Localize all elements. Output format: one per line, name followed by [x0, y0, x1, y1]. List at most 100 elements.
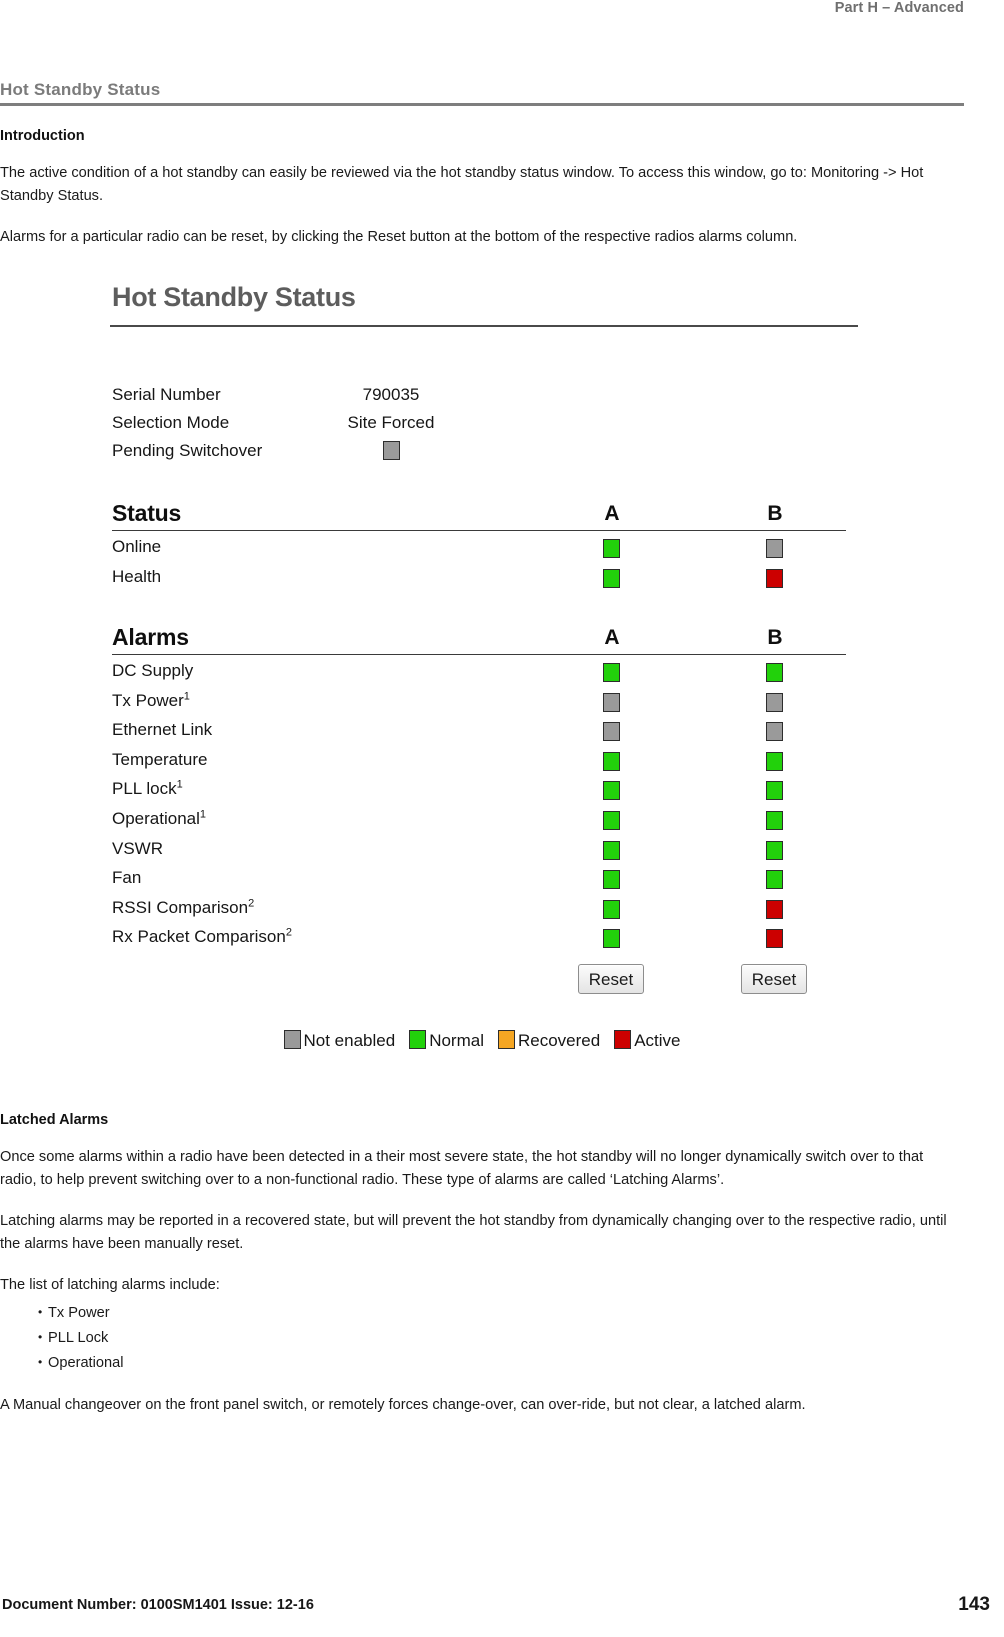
- alarm-row: PLL lock1: [112, 776, 852, 806]
- latched-alarms-heading: Latched Alarms: [0, 1112, 109, 1128]
- status-indicator-b-icon: [766, 568, 783, 588]
- status-label: Online: [112, 537, 162, 556]
- alarm-indicator-a-icon: [603, 722, 620, 742]
- alarm-label: Temperature: [112, 749, 208, 769]
- alarm-indicator-a-icon: [603, 899, 620, 919]
- latching-alarms-list: Tx PowerPLL LockOperational: [0, 1300, 962, 1376]
- alarm-footnote-marker: 1: [199, 808, 207, 821]
- alarm-indicator-b-icon: [766, 870, 783, 890]
- alarm-row: Rx Packet Comparison2: [112, 924, 852, 954]
- legend-swatch-icon: [283, 1030, 301, 1049]
- alarm-label: VSWR: [112, 838, 163, 858]
- alarm-label: RSSI Comparison2: [112, 897, 255, 917]
- status-column-b-header: B: [767, 502, 783, 525]
- pending-switchover-value: [112, 441, 670, 462]
- introduction-paragraph-1: The active condition of a hot standby ca…: [0, 165, 924, 204]
- legend-label: Normal: [429, 1031, 484, 1050]
- alarm-footnote-marker: 1: [183, 689, 190, 702]
- alarms-table-header: Alarms A B: [112, 624, 852, 654]
- alarm-label: Fan: [112, 868, 142, 888]
- legend-item: Recovered: [497, 1030, 600, 1051]
- alarm-indicator-b-icon: [766, 929, 783, 949]
- hot-standby-status-figure: Hot Standby Status Serial Number 790035 …: [104, 272, 874, 1072]
- alarm-label: Ethernet Link: [112, 720, 213, 740]
- pending-switchover-row: Pending Switchover: [112, 440, 852, 468]
- latching-alarm-item: Tx Power: [0, 1300, 962, 1326]
- alarms-column-b-header: B: [767, 626, 783, 649]
- alarm-indicator-b-icon: [766, 810, 783, 830]
- alarm-label: PLL lock1: [112, 778, 183, 799]
- alarm-row: Tx Power1: [112, 688, 852, 718]
- legend-item: Not enabled: [283, 1030, 396, 1051]
- status-indicator-a-icon: [603, 539, 620, 558]
- alarm-footnote-marker: 2: [248, 897, 255, 910]
- latching-alarm-item: PLL Lock: [0, 1325, 962, 1351]
- legend-label: Not enabled: [303, 1031, 396, 1050]
- legend-swatch-icon: [614, 1030, 632, 1049]
- alarm-row: Temperature: [112, 747, 852, 777]
- legend-swatch-icon: [409, 1030, 427, 1049]
- alarm-indicator-a-icon: [603, 692, 620, 712]
- alarm-footnote-marker: 2: [285, 926, 292, 939]
- status-table: Status A B Online Health: [112, 500, 852, 588]
- footer-document-number: Document Number: 0100SM1401 Issue: 12-16: [2, 1597, 314, 1613]
- status-row: Online: [112, 534, 852, 564]
- status-table-header: Status A B: [112, 500, 852, 530]
- chapter-heading-block: Hot Standby Status: [0, 80, 964, 106]
- alarms-table-title: Alarms: [112, 624, 189, 650]
- status-legend: Not enabled Normal Recovered Active: [112, 1030, 852, 1051]
- alarm-row: Fan: [112, 865, 852, 895]
- alarm-indicator-b-icon: [766, 751, 783, 771]
- latched-alarms-paragraph-2: Latching alarms may be reported in a rec…: [0, 1213, 947, 1252]
- alarms-table: Alarms A B DC Supply Tx Power1 Ethernet Li…: [112, 624, 852, 949]
- latched-alarms-section: Latched Alarms Once some alarms within a…: [0, 1112, 962, 1435]
- running-header: Part H – Advanced: [834, 0, 964, 16]
- footer-page-number: 143: [958, 1594, 990, 1615]
- selection-mode-value: Site Forced: [347, 413, 435, 432]
- legend-item: Active: [614, 1030, 681, 1051]
- alarm-row: DC Supply: [112, 658, 852, 688]
- alarm-indicator-b-icon: [766, 840, 783, 860]
- alarm-label: Rx Packet Comparison2: [112, 926, 292, 947]
- serial-number-value: 790035: [362, 385, 420, 404]
- device-info-block: Serial Number 790035 Selection Mode Site…: [112, 384, 852, 468]
- latching-list-intro: The list of latching alarms include:: [0, 1277, 220, 1293]
- selection-mode-row: Selection Mode Site Forced: [112, 412, 852, 440]
- alarm-label: Tx Power1: [112, 689, 190, 710]
- status-column-a-header: A: [604, 502, 620, 525]
- figure-title-divider: [110, 325, 858, 327]
- alarm-indicator-a-icon: [603, 810, 620, 830]
- serial-number-row: Serial Number 790035: [112, 384, 852, 412]
- legend-item: Normal: [409, 1030, 484, 1051]
- alarm-indicator-b-icon: [766, 781, 783, 801]
- status-row: Health: [112, 564, 852, 594]
- alarm-indicator-b-icon: [766, 663, 783, 682]
- status-label: Health: [112, 566, 162, 586]
- alarms-table-divider: [112, 654, 846, 656]
- latched-alarms-paragraph-1: Once some alarms within a radio have bee…: [0, 1149, 924, 1188]
- legend-label: Active: [634, 1031, 681, 1050]
- alarm-indicator-a-icon: [603, 751, 620, 771]
- reset-button-row: Reset Reset: [112, 964, 852, 1000]
- alarm-row: RSSI Comparison2: [112, 895, 852, 925]
- alarm-indicator-b-icon: [766, 692, 783, 712]
- alarm-indicator-a-icon: [603, 840, 620, 860]
- page-footer: Document Number: 0100SM1401 Issue: 12-16…: [0, 1594, 1004, 1623]
- alarm-label: Operational1: [112, 808, 207, 828]
- introduction-paragraph-2: Alarms for a particular radio can be res…: [0, 229, 798, 245]
- alarm-indicator-a-icon: [603, 929, 620, 949]
- alarms-table-rows: DC Supply Tx Power1 Ethernet Link Temperatu…: [112, 658, 852, 954]
- status-table-rows: Online Health: [112, 534, 852, 593]
- alarm-row: VSWR: [112, 836, 852, 866]
- alarm-indicator-a-icon: [603, 663, 620, 682]
- page-title: Hot Standby Status: [0, 80, 161, 99]
- latching-alarm-item: Operational: [0, 1350, 962, 1376]
- reset-button-b[interactable]: Reset: [741, 964, 807, 994]
- alarm-row: Operational1: [112, 806, 852, 836]
- figure-title: Hot Standby Status: [112, 282, 356, 312]
- alarm-indicator-a-icon: [603, 781, 620, 801]
- alarm-indicator-a-icon: [603, 870, 620, 890]
- reset-button-a[interactable]: Reset: [578, 964, 644, 994]
- document-body: Introduction The active condition of a h…: [0, 128, 962, 267]
- alarm-indicator-b-icon: [766, 899, 783, 919]
